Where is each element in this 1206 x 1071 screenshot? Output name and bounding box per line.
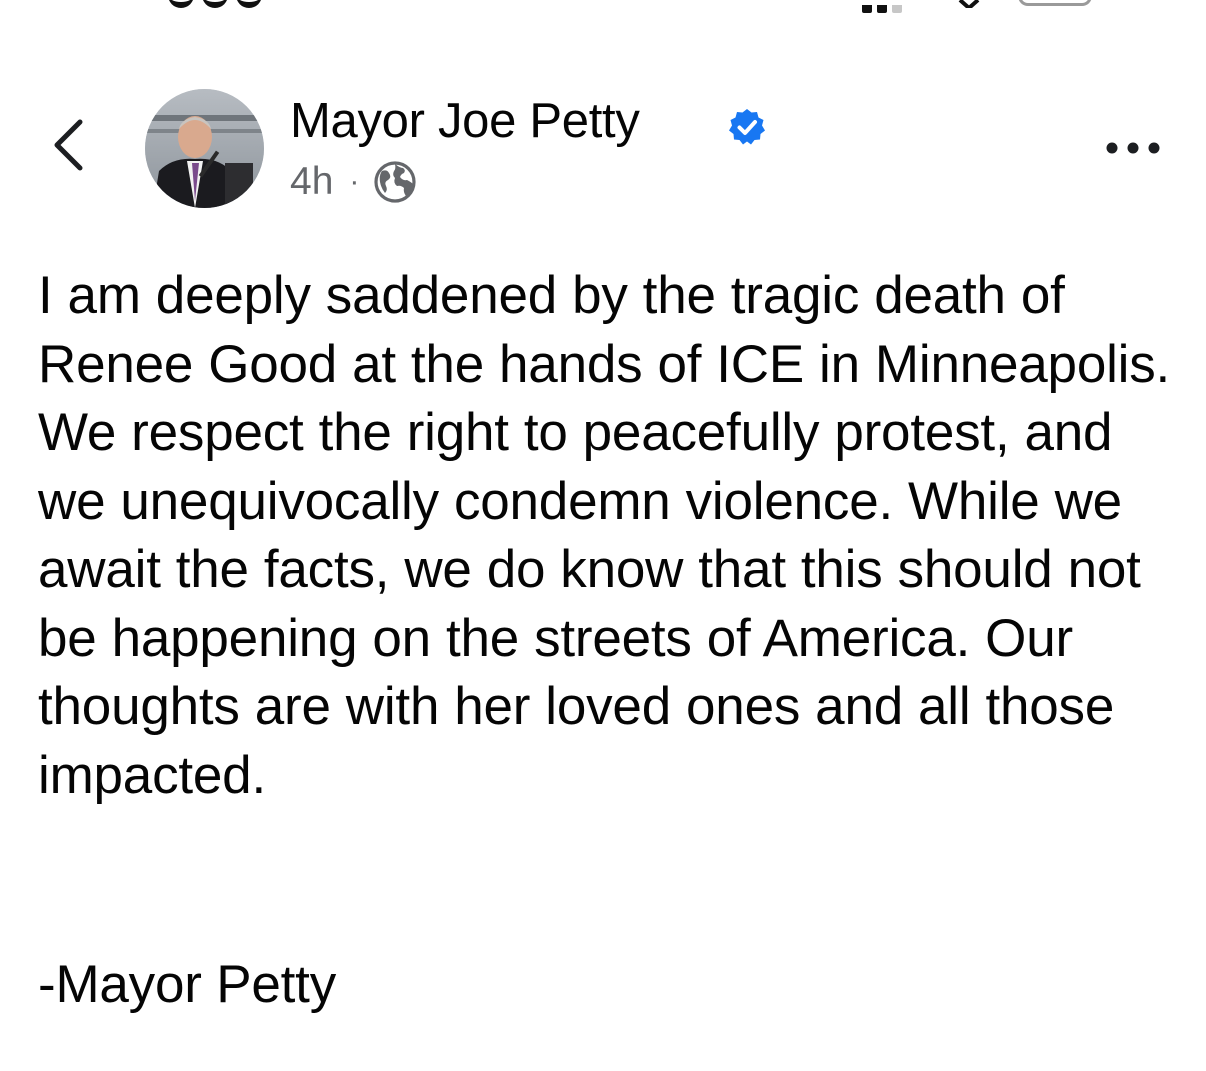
status-bar: [0, 0, 1206, 14]
more-horizontal-icon: [1106, 142, 1160, 154]
back-button[interactable]: [40, 110, 100, 180]
more-options-button[interactable]: [1098, 128, 1168, 168]
status-time-cropped: [168, 0, 278, 8]
globe-icon[interactable]: [373, 160, 417, 204]
post-body: I am deeply saddened by the tragic death…: [38, 262, 1188, 810]
post-message: I am deeply saddened by the tragic death…: [38, 266, 1171, 805]
chevron-left-icon: [54, 119, 83, 171]
battery-icon: [1018, 0, 1092, 6]
author-name[interactable]: Mayor Joe Petty: [290, 93, 640, 149]
wifi-icon: [958, 0, 980, 8]
post-signature: -Mayor Petty: [38, 955, 337, 1014]
post-meta: 4h ·: [290, 158, 417, 206]
verified-badge-icon: [729, 109, 765, 145]
avatar[interactable]: [145, 89, 264, 208]
cellular-signal-icon: [862, 0, 922, 13]
profile-photo: [145, 89, 264, 208]
post-timestamp[interactable]: 4h: [290, 160, 333, 204]
meta-separator: ·: [349, 165, 360, 198]
